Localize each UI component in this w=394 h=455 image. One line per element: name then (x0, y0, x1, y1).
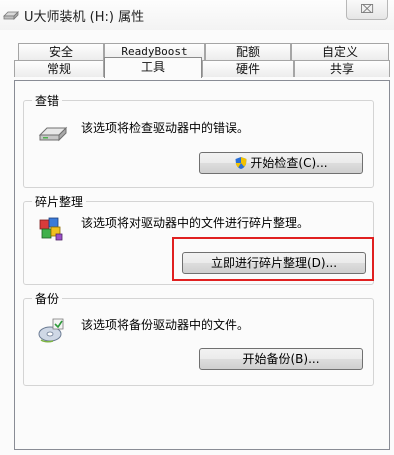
window-title: U大师装机 (H:) 属性 (24, 10, 145, 25)
tab-quota[interactable]: 配额 (205, 43, 291, 60)
tab-tools[interactable]: 工具 (104, 57, 202, 78)
tab-security[interactable]: 安全 (18, 43, 104, 60)
backup-group (23, 298, 374, 386)
defrag-label: 碎片整理 (32, 193, 87, 210)
start-check-button[interactable]: 开始检查(C)... (199, 152, 363, 174)
start-backup-button[interactable]: 开始备份(B)... (199, 348, 363, 370)
title-bar: U大师装机 (H:) 属性 ⌧ (0, 0, 394, 30)
uac-shield-icon (235, 157, 247, 169)
tab-hardware[interactable]: 硬件 (202, 60, 294, 77)
defrag-description: 该选项将对驱动器中的文件进行碎片整理。 (81, 216, 310, 230)
close-button[interactable]: ⌧ (346, 0, 388, 20)
tab-sharing[interactable]: 共享 (294, 60, 390, 77)
backup-description: 该选项将备份驱动器中的文件。 (81, 318, 250, 332)
backup-icon (38, 318, 64, 343)
drive-icon (3, 11, 19, 20)
close-icon: ⌧ (360, 2, 374, 16)
tab-general[interactable]: 常规 (14, 60, 104, 77)
defrag-icon (39, 217, 63, 241)
error-checking-description: 该选项将检查驱动器中的错误。 (81, 121, 250, 135)
highlight-annotation (172, 237, 374, 281)
backup-label: 备份 (32, 290, 63, 307)
error-checking-label: 查错 (32, 92, 63, 109)
tab-customize[interactable]: 自定义 (291, 43, 389, 60)
drive-icon (38, 126, 68, 142)
error-checking-group (23, 100, 374, 188)
